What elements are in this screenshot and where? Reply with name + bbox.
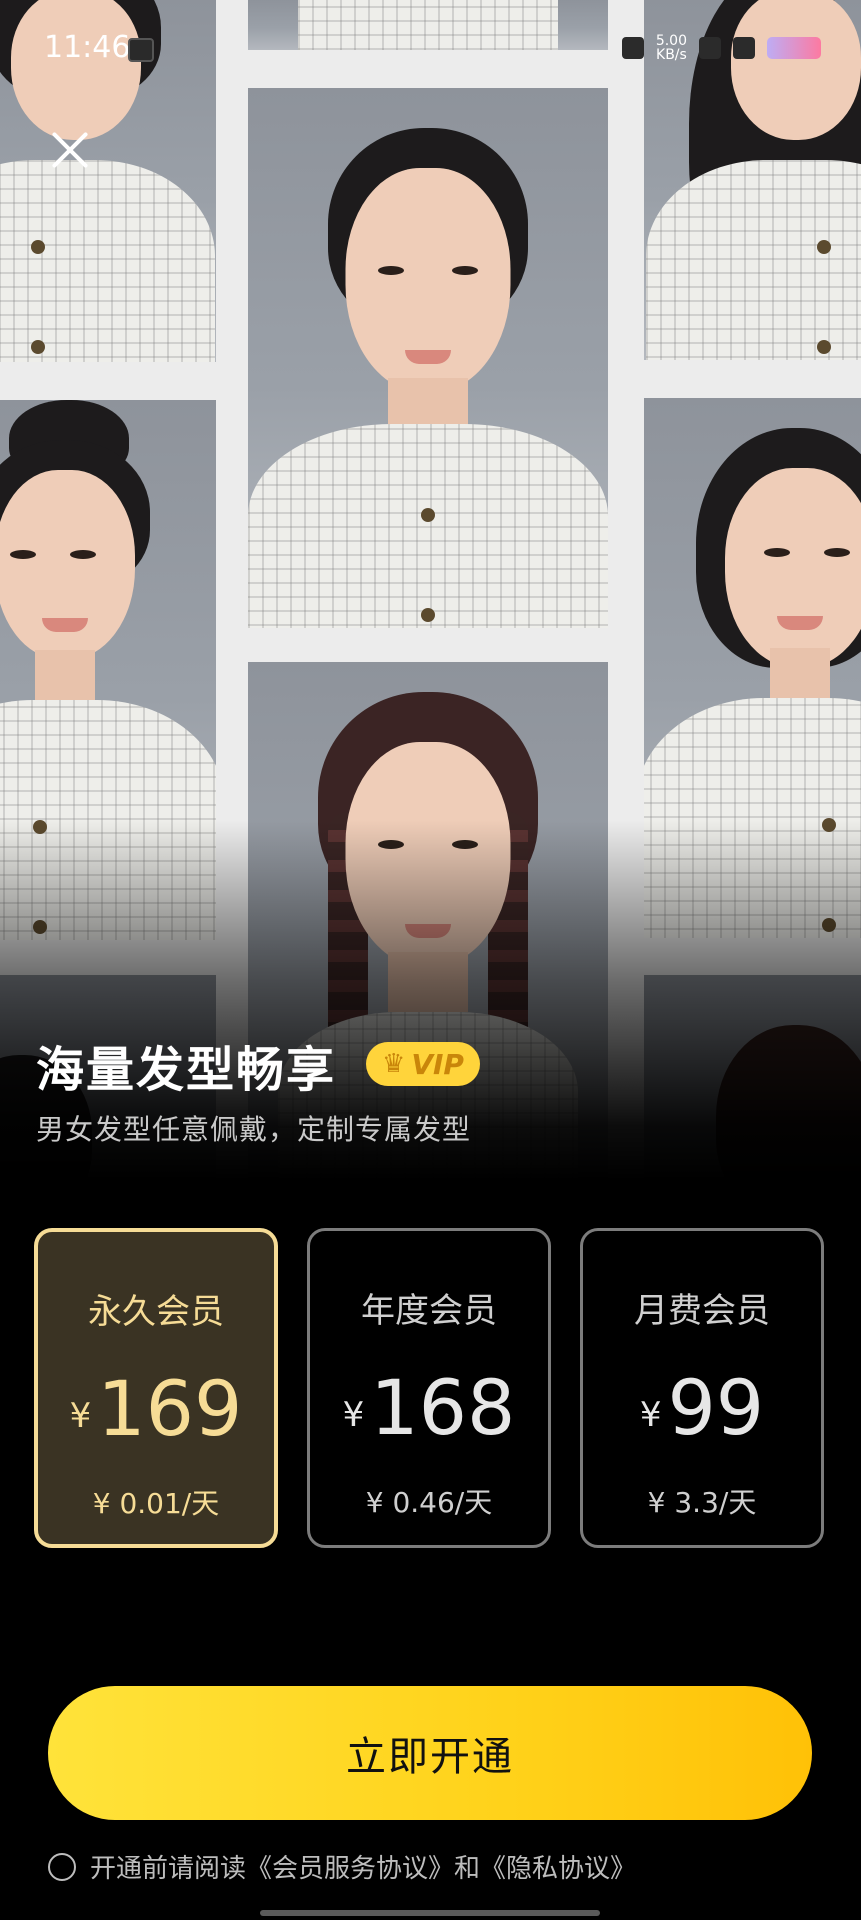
currency-symbol: ¥ [342, 1395, 365, 1435]
battery-icon [767, 37, 821, 59]
network-speed: 5.00 KB/s [656, 34, 687, 62]
plan-name: 月费会员 [634, 1291, 770, 1331]
currency-symbol: ¥ [69, 1396, 92, 1436]
agreement-checkbox[interactable] [48, 1852, 76, 1881]
home-indicator[interactable] [260, 1910, 600, 1916]
notification-app-icon [128, 38, 154, 62]
agreement-text[interactable]: 开通前请阅读《会员服务协议》和《隐私协议》 [90, 1848, 636, 1885]
plan-name: 永久会员 [88, 1292, 224, 1332]
wifi-icon [733, 37, 755, 59]
hairstyle-photo-selected [248, 88, 608, 628]
hairstyle-photo [248, 0, 608, 50]
plan-card-monthly[interactable]: 月费会员 ¥99 ¥ 3.3/天 [580, 1228, 824, 1548]
crown-icon: ♛ [382, 1049, 406, 1079]
activate-now-button[interactable]: 立即开通 [48, 1686, 812, 1820]
promo-subtitle: 男女发型任意佩戴，定制专属发型 [36, 1113, 472, 1146]
plan-price-value: 99 [667, 1363, 765, 1452]
status-indicators: 5.00 KB/s [621, 34, 821, 62]
plan-daily-price: ¥ 0.01/天 [92, 1487, 220, 1520]
agreement-row: 开通前请阅读《会员服务协议》和《隐私协议》 [48, 1848, 636, 1885]
plan-name: 年度会员 [361, 1291, 497, 1331]
vip-badge-label: VIP [411, 1047, 464, 1081]
plan-daily-price: ¥ 3.3/天 [647, 1486, 757, 1519]
plan-price-value: 169 [97, 1364, 243, 1453]
plan-price: ¥99 [583, 1363, 821, 1452]
network-speed-unit: KB/s [656, 47, 687, 63]
promo-title: 海量发型畅享 [36, 1042, 337, 1098]
network-speed-value: 5.00 [655, 33, 687, 49]
plan-card-lifetime[interactable]: 永久会员 ¥169 ¥ 0.01/天 [34, 1228, 278, 1548]
currency-symbol: ¥ [639, 1395, 662, 1435]
vip-badge: ♛ VIP [366, 1042, 480, 1086]
plan-daily-price: ¥ 0.46/天 [365, 1486, 493, 1519]
plan-price: ¥168 [310, 1363, 548, 1452]
plan-card-annual[interactable]: 年度会员 ¥168 ¥ 0.46/天 [307, 1228, 551, 1548]
close-icon[interactable] [48, 128, 92, 172]
signal-icon [699, 37, 721, 59]
plan-price-value: 168 [370, 1363, 516, 1452]
plan-price: ¥169 [38, 1364, 274, 1453]
status-time: 11:46 [44, 30, 131, 65]
mute-icon [621, 37, 644, 59]
